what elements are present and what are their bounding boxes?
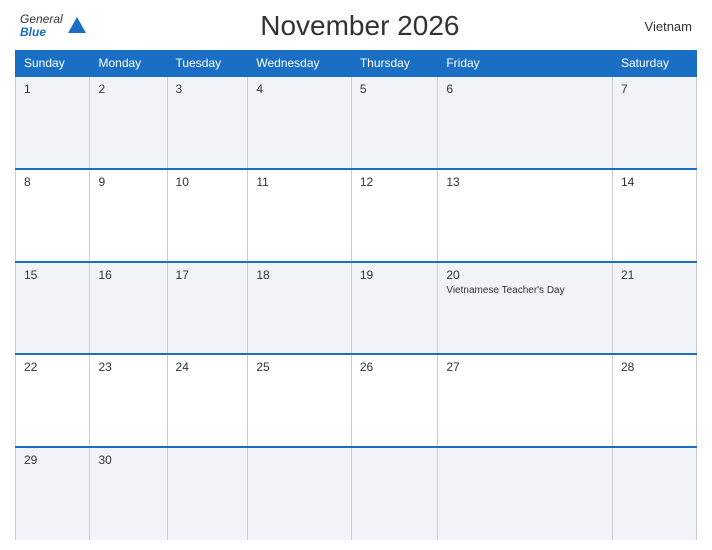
day-number: 22 xyxy=(24,360,81,374)
col-tuesday: Tuesday xyxy=(167,51,248,77)
day-number: 28 xyxy=(621,360,688,374)
table-row: 24 xyxy=(167,354,248,447)
day-number: 21 xyxy=(621,268,688,282)
table-row: 30 xyxy=(90,447,167,540)
calendar-week-row: 22 23 24 25 26 27 28 xyxy=(16,354,697,447)
table-row: 12 xyxy=(351,169,438,262)
col-saturday: Saturday xyxy=(612,51,696,77)
day-number: 14 xyxy=(621,175,688,189)
table-row: 29 xyxy=(16,447,90,540)
table-row: 1 xyxy=(16,76,90,169)
table-row xyxy=(248,447,351,540)
table-row: 6 xyxy=(438,76,613,169)
table-row xyxy=(612,447,696,540)
table-row: 9 xyxy=(90,169,167,262)
day-number: 20 xyxy=(446,268,604,282)
day-number: 12 xyxy=(360,175,430,189)
table-row: 8 xyxy=(16,169,90,262)
day-number: 18 xyxy=(256,268,342,282)
table-row: 2 xyxy=(90,76,167,169)
calendar-container: General Blue November 2026 Vietnam Sunda… xyxy=(0,0,712,550)
calendar-week-row: 8 9 10 11 12 13 14 xyxy=(16,169,697,262)
table-row: 14 xyxy=(612,169,696,262)
table-row: 26 xyxy=(351,354,438,447)
day-number: 17 xyxy=(176,268,240,282)
day-number: 13 xyxy=(446,175,604,189)
table-row: 13 xyxy=(438,169,613,262)
table-row: 17 xyxy=(167,262,248,355)
table-row: 22 xyxy=(16,354,90,447)
table-row xyxy=(351,447,438,540)
day-number: 6 xyxy=(446,82,604,96)
table-row: 16 xyxy=(90,262,167,355)
table-row: 4 xyxy=(248,76,351,169)
logo: General Blue xyxy=(20,13,88,39)
day-number: 24 xyxy=(176,360,240,374)
calendar-week-row: 29 30 xyxy=(16,447,697,540)
table-row: 25 xyxy=(248,354,351,447)
logo-icon xyxy=(66,15,88,37)
table-row: 11 xyxy=(248,169,351,262)
table-row: 10 xyxy=(167,169,248,262)
logo-blue-text: Blue xyxy=(20,26,63,39)
calendar-week-row: 15 16 17 18 19 20 Vietnamese Teacher's Day 21 xyxy=(16,262,697,355)
day-number: 19 xyxy=(360,268,430,282)
day-number: 8 xyxy=(24,175,81,189)
day-number: 10 xyxy=(176,175,240,189)
day-number: 15 xyxy=(24,268,81,282)
table-row: 3 xyxy=(167,76,248,169)
table-row: 21 xyxy=(612,262,696,355)
day-number: 29 xyxy=(24,453,81,467)
table-row: 27 xyxy=(438,354,613,447)
calendar-header: General Blue November 2026 Vietnam xyxy=(15,10,697,42)
country-label: Vietnam xyxy=(632,19,692,34)
event-text: Vietnamese Teacher's Day xyxy=(446,284,604,297)
table-row: 28 xyxy=(612,354,696,447)
day-number: 26 xyxy=(360,360,430,374)
day-number: 9 xyxy=(98,175,158,189)
calendar-week-row: 1 2 3 4 5 6 7 xyxy=(16,76,697,169)
col-thursday: Thursday xyxy=(351,51,438,77)
table-row: 20 Vietnamese Teacher's Day xyxy=(438,262,613,355)
col-monday: Monday xyxy=(90,51,167,77)
table-row: 23 xyxy=(90,354,167,447)
day-number: 16 xyxy=(98,268,158,282)
day-number: 2 xyxy=(98,82,158,96)
day-number: 11 xyxy=(256,175,342,189)
table-row: 5 xyxy=(351,76,438,169)
calendar-table: Sunday Monday Tuesday Wednesday Thursday… xyxy=(15,50,697,540)
table-row: 15 xyxy=(16,262,90,355)
day-number: 5 xyxy=(360,82,430,96)
month-title: November 2026 xyxy=(88,10,632,42)
day-number: 27 xyxy=(446,360,604,374)
table-row: 19 xyxy=(351,262,438,355)
table-row: 7 xyxy=(612,76,696,169)
day-number: 1 xyxy=(24,82,81,96)
table-row: 18 xyxy=(248,262,351,355)
day-number: 23 xyxy=(98,360,158,374)
day-number: 25 xyxy=(256,360,342,374)
col-sunday: Sunday xyxy=(16,51,90,77)
day-number: 30 xyxy=(98,453,158,467)
day-number: 4 xyxy=(256,82,342,96)
day-number: 3 xyxy=(176,82,240,96)
weekday-header-row: Sunday Monday Tuesday Wednesday Thursday… xyxy=(16,51,697,77)
table-row xyxy=(438,447,613,540)
table-row xyxy=(167,447,248,540)
col-wednesday: Wednesday xyxy=(248,51,351,77)
day-number: 7 xyxy=(621,82,688,96)
col-friday: Friday xyxy=(438,51,613,77)
